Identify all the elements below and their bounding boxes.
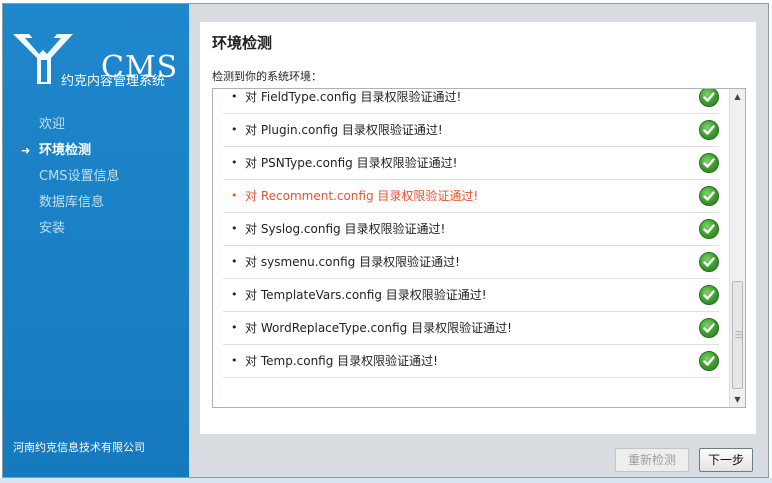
check-text: PSNType.config 目录权限验证通过! bbox=[260, 156, 458, 170]
check-list: • 对 FieldType.config 目录权限验证通过! • 对 Plugi… bbox=[213, 89, 729, 378]
check-prefix: 对 bbox=[245, 123, 258, 137]
sidebar-item-welcome[interactable]: 欢迎 bbox=[3, 112, 189, 138]
check-icon bbox=[699, 351, 719, 371]
bullet-icon: • bbox=[231, 255, 238, 268]
check-text: Plugin.config 目录权限验证通过! bbox=[260, 123, 443, 137]
sidebar: CMS 约克内容管理系统 欢迎 ➜ 环境检测 CMS设置信息 数据库信息 安装 … bbox=[3, 4, 189, 477]
scrollbar[interactable]: ▲ — — — ▼ bbox=[729, 89, 745, 407]
check-icon bbox=[699, 219, 719, 239]
check-prefix: 对 bbox=[245, 288, 258, 302]
bullet-icon: • bbox=[231, 189, 238, 202]
check-icon bbox=[699, 89, 719, 107]
check-prefix: 对 bbox=[245, 90, 258, 104]
check-prefix: 对 bbox=[245, 354, 258, 368]
list-item: • 对 PSNType.config 目录权限验证通过! bbox=[223, 147, 719, 180]
bullet-icon: • bbox=[231, 156, 238, 169]
list-item: • 对 TemplateVars.config 目录权限验证通过! bbox=[223, 279, 719, 312]
list-item: • 对 Plugin.config 目录权限验证通过! bbox=[223, 114, 719, 147]
sidebar-item-environment-check[interactable]: ➜ 环境检测 bbox=[3, 138, 189, 164]
installer-window: CMS 约克内容管理系统 欢迎 ➜ 环境检测 CMS设置信息 数据库信息 安装 … bbox=[2, 3, 769, 478]
check-prefix: 对 bbox=[245, 156, 258, 170]
footer-bar: 重新检测 下一步 bbox=[189, 438, 768, 477]
bottom-border bbox=[0, 478, 772, 483]
arrow-right-icon: ➜ bbox=[21, 144, 31, 157]
check-text: FieldType.config 目录权限验证通过! bbox=[260, 90, 462, 104]
sidebar-item-label: 环境检测 bbox=[39, 143, 92, 158]
check-icon bbox=[699, 153, 719, 173]
list-item: • 对 Syslog.config 目录权限验证通过! bbox=[223, 213, 719, 246]
check-prefix: 对 bbox=[245, 222, 258, 236]
sidebar-item-database[interactable]: 数据库信息 bbox=[3, 190, 189, 216]
check-text: WordReplaceType.config 目录权限验证通过! bbox=[260, 321, 512, 335]
recheck-button[interactable]: 重新检测 bbox=[615, 448, 689, 472]
scrollbar-thumb[interactable]: — — — bbox=[732, 281, 743, 389]
sidebar-nav: 欢迎 ➜ 环境检测 CMS设置信息 数据库信息 安装 bbox=[3, 112, 189, 242]
bullet-icon: • bbox=[231, 321, 238, 334]
sidebar-item-label: 安装 bbox=[39, 221, 66, 236]
check-icon bbox=[699, 186, 719, 206]
check-text: Syslog.config 目录权限验证通过! bbox=[260, 222, 446, 236]
bullet-icon: • bbox=[231, 288, 238, 301]
check-text: TemplateVars.config 目录权限验证通过! bbox=[260, 288, 487, 302]
page-subtitle: 检测到你的系统环境： bbox=[212, 70, 322, 83]
list-item: • 对 Recomment.config 目录权限验证通过! bbox=[223, 180, 719, 213]
check-list-box[interactable]: • 对 FieldType.config 目录权限验证通过! • 对 Plugi… bbox=[212, 88, 746, 408]
check-prefix: 对 bbox=[245, 321, 258, 335]
sidebar-item-cms-settings[interactable]: CMS设置信息 bbox=[3, 164, 189, 190]
bullet-icon: • bbox=[231, 354, 238, 367]
bullet-icon: • bbox=[231, 90, 238, 103]
bullet-icon: • bbox=[231, 222, 238, 235]
check-icon bbox=[699, 120, 719, 140]
check-icon bbox=[699, 252, 719, 272]
grip-icon: — — — bbox=[735, 327, 743, 342]
bullet-icon: • bbox=[231, 123, 238, 136]
list-item: • 对 sysmenu.config 目录权限验证通过! bbox=[223, 246, 719, 279]
sidebar-item-install[interactable]: 安装 bbox=[3, 216, 189, 242]
check-icon bbox=[699, 285, 719, 305]
company-name: 河南约克信息技术有限公司 bbox=[13, 441, 145, 454]
page-title: 环境检测 bbox=[212, 34, 273, 52]
logo-subtitle: 约克内容管理系统 bbox=[61, 74, 166, 89]
next-button[interactable]: 下一步 bbox=[699, 448, 753, 472]
sidebar-item-label: CMS设置信息 bbox=[39, 169, 120, 184]
check-text: Recomment.config 目录权限验证通过! bbox=[260, 189, 479, 203]
sidebar-item-label: 欢迎 bbox=[39, 117, 66, 132]
check-prefix: 对 bbox=[245, 255, 258, 269]
list-item: • 对 WordReplaceType.config 目录权限验证通过! bbox=[223, 312, 719, 345]
scroll-down-icon[interactable]: ▼ bbox=[730, 392, 745, 407]
scroll-up-icon[interactable]: ▲ bbox=[730, 89, 745, 104]
check-icon bbox=[699, 318, 719, 338]
list-item: • 对 Temp.config 目录权限验证通过! bbox=[223, 345, 719, 378]
check-text: Temp.config 目录权限验证通过! bbox=[260, 354, 438, 368]
sidebar-item-label: 数据库信息 bbox=[39, 195, 105, 210]
list-item: • 对 FieldType.config 目录权限验证通过! bbox=[223, 89, 719, 114]
check-text: sysmenu.config 目录权限验证通过! bbox=[260, 255, 460, 269]
check-prefix: 对 bbox=[245, 189, 258, 203]
main-panel: 环境检测 检测到你的系统环境： • 对 FieldType.config 目录权… bbox=[200, 22, 756, 434]
